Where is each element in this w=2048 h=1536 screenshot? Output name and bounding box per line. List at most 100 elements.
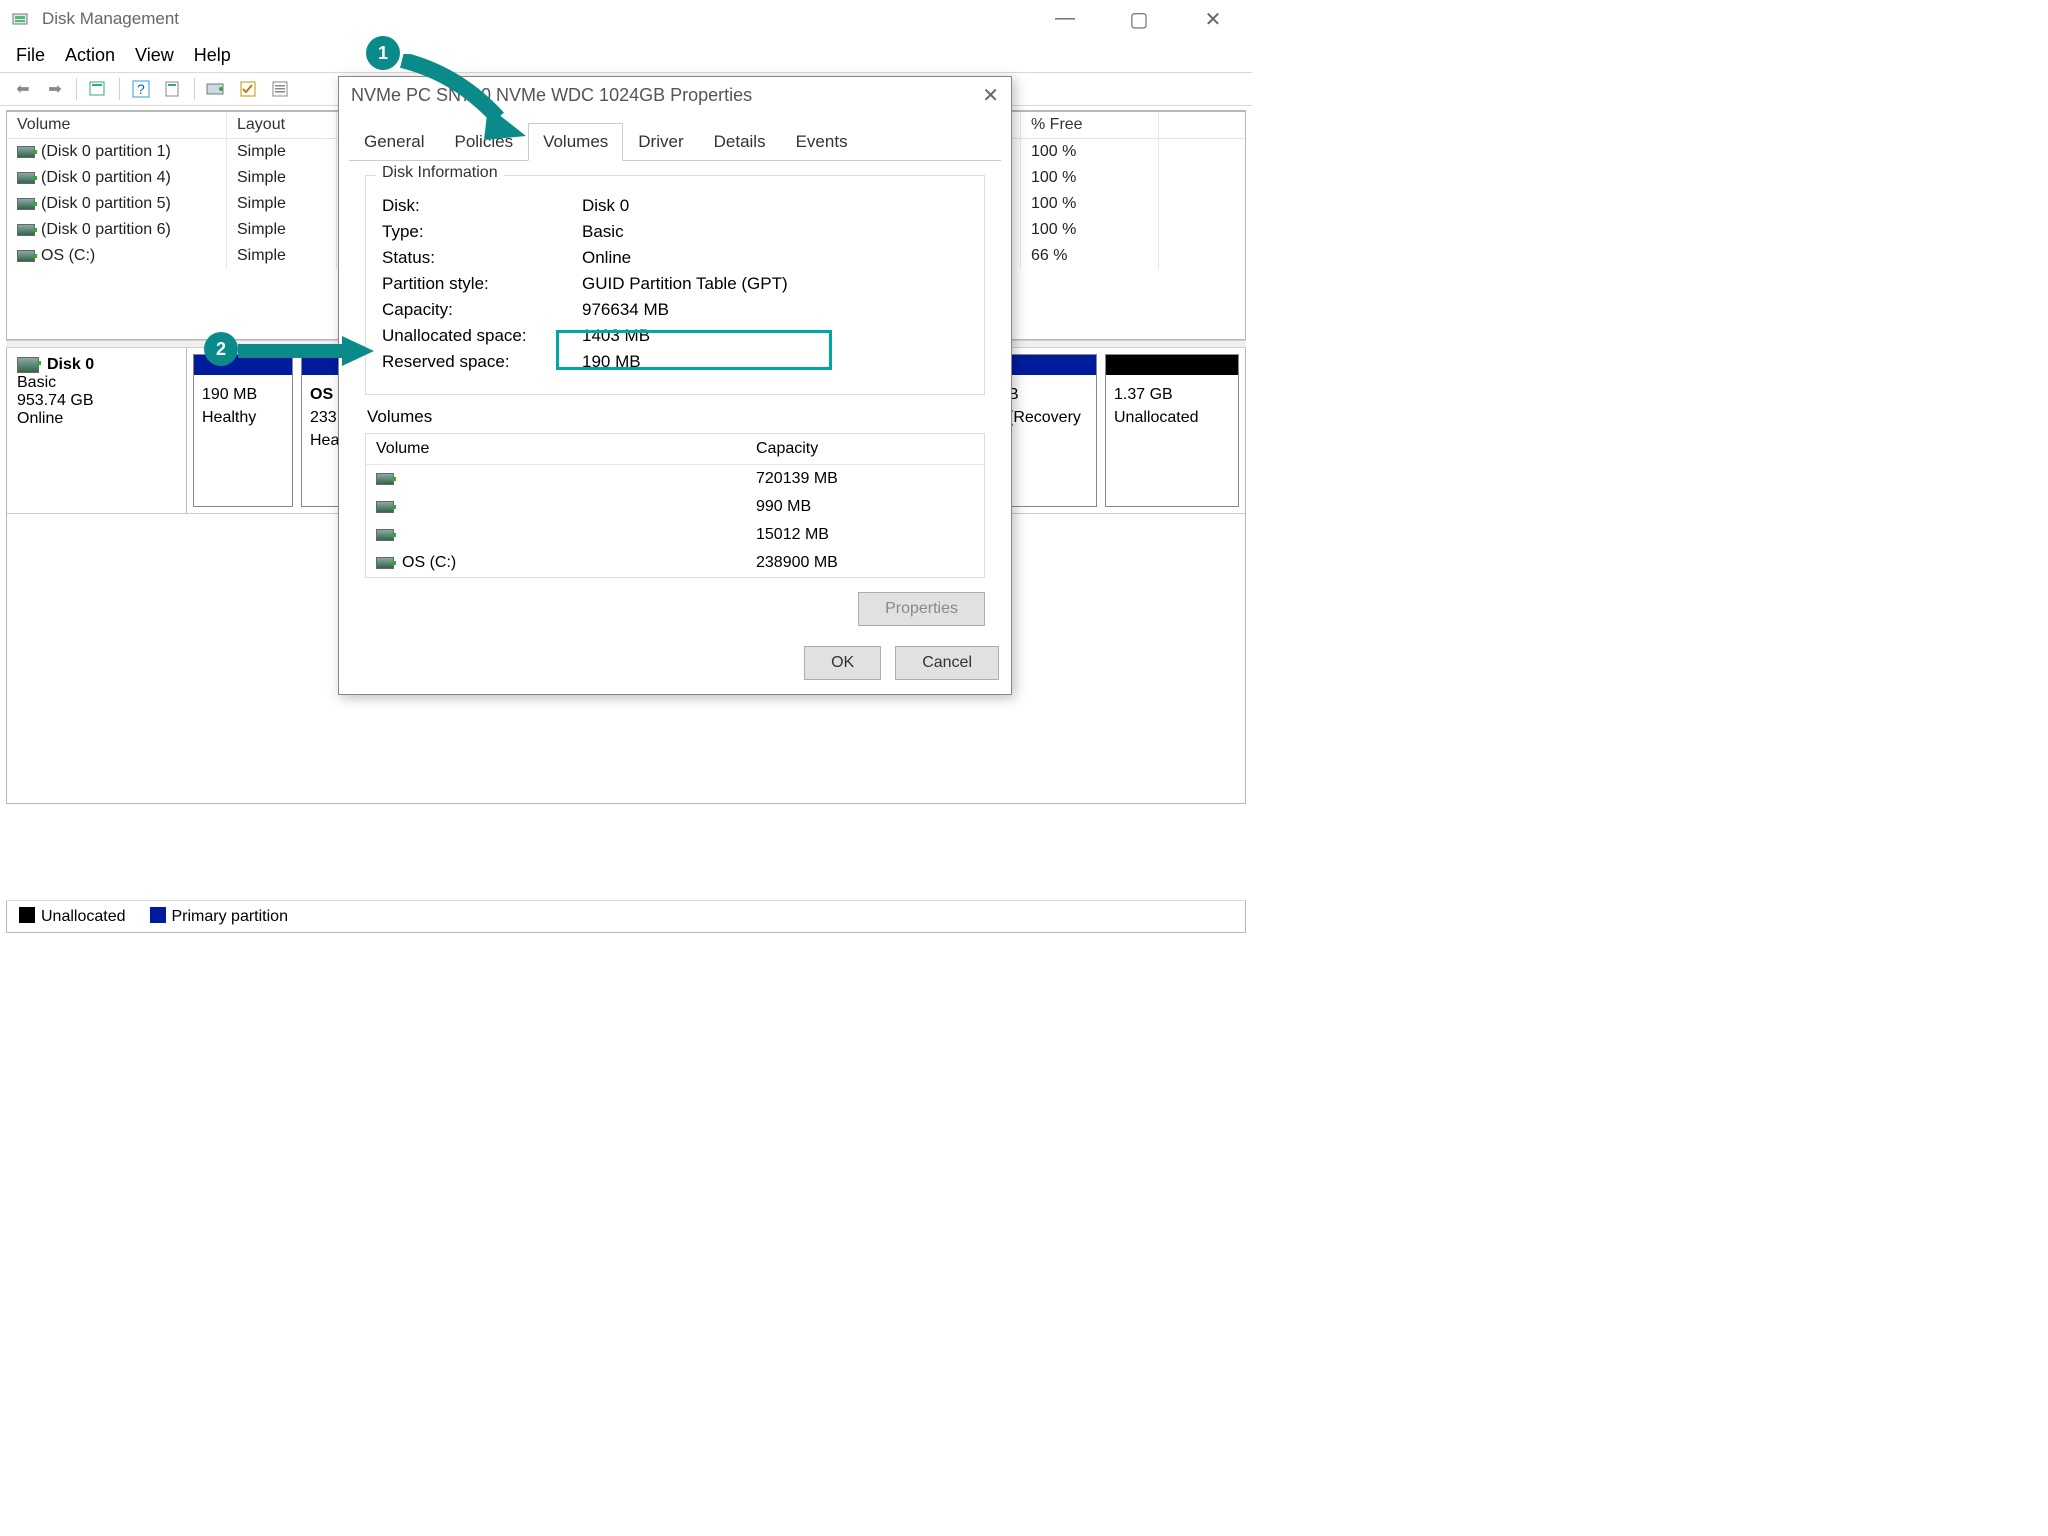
dialog-volume-cap: 15012 MB: [756, 526, 974, 544]
field-capacity-label: Capacity:: [382, 300, 582, 320]
volume-layout: Simple: [227, 243, 337, 269]
annotation-arrow-1: [398, 54, 538, 142]
disk-size: 953.74 GB: [17, 392, 176, 410]
volume-free: 100 %: [1021, 217, 1159, 243]
toolbar-separator: [194, 78, 195, 100]
dialog-col-volume[interactable]: Volume: [376, 440, 756, 458]
dialog-volume-row[interactable]: OS (C:) 238900 MB: [366, 549, 984, 577]
legend-primary: Primary partition: [150, 907, 288, 926]
properties-button[interactable]: Properties: [858, 592, 985, 626]
field-reserved-value: 190 MB: [582, 352, 641, 372]
volume-name: (Disk 0 partition 5): [41, 195, 171, 213]
column-volume[interactable]: Volume: [7, 112, 227, 138]
volume-layout: Simple: [227, 217, 337, 243]
window-title: Disk Management: [42, 9, 179, 29]
volume-icon: [17, 146, 35, 158]
menu-help[interactable]: Help: [194, 45, 231, 66]
dialog-volume-cap: 990 MB: [756, 498, 974, 516]
toolbar-separator: [76, 78, 77, 100]
dialog-volume-cap: 238900 MB: [756, 554, 974, 572]
partition-status: Healthy: [202, 406, 284, 429]
volume-free: 100 %: [1021, 139, 1159, 165]
volume-icon: [17, 250, 35, 262]
field-partition-style-label: Partition style:: [382, 274, 582, 294]
annotation-step-1: 1: [366, 36, 400, 70]
help-icon[interactable]: ?: [128, 76, 154, 102]
partition-block[interactable]: 1.37 GB Unallocated: [1105, 354, 1239, 507]
dialog-volume-row[interactable]: 720139 MB: [366, 465, 984, 493]
menu-bar: File Action View Help: [0, 38, 1252, 72]
volume-free: 100 %: [1021, 191, 1159, 217]
partition-status: (Recovery: [1008, 406, 1088, 429]
check-icon[interactable]: [235, 76, 261, 102]
field-status-label: Status:: [382, 248, 582, 268]
window-titlebar: Disk Management — ▢ ✕: [0, 0, 1252, 38]
dialog-volume-list: Volume Capacity 720139 MB 990 MB 15012 M…: [365, 433, 985, 578]
partition-size: 233: [310, 406, 336, 429]
menu-action[interactable]: Action: [65, 45, 115, 66]
dialog-close-button[interactable]: ✕: [982, 83, 999, 108]
minimize-button[interactable]: —: [1042, 7, 1088, 32]
volume-icon: [17, 172, 35, 184]
back-button[interactable]: [10, 76, 36, 102]
disk-information-group: Disk Information Disk:Disk 0 Type:Basic …: [365, 175, 985, 395]
forward-button[interactable]: [42, 76, 68, 102]
volume-name: (Disk 0 partition 6): [41, 221, 171, 239]
maximize-button[interactable]: ▢: [1116, 7, 1162, 32]
menu-view[interactable]: View: [135, 45, 174, 66]
volume-icon: [376, 473, 394, 485]
tab-details[interactable]: Details: [699, 123, 781, 161]
cancel-button[interactable]: Cancel: [895, 646, 999, 680]
partition-block[interactable]: 190 MB Healthy: [193, 354, 293, 507]
field-unallocated-label: Unallocated space:: [382, 326, 582, 346]
field-capacity-value: 976634 MB: [582, 300, 669, 320]
dialog-volume-name: OS (C:): [402, 554, 456, 572]
column-free[interactable]: % Free: [1021, 112, 1159, 138]
tab-events[interactable]: Events: [781, 123, 863, 161]
tab-driver[interactable]: Driver: [623, 123, 698, 161]
field-partition-style-value: GUID Partition Table (GPT): [582, 274, 788, 294]
field-type-value: Basic: [582, 222, 624, 242]
dialog-volume-row[interactable]: 15012 MB: [366, 521, 984, 549]
volume-name: (Disk 0 partition 4): [41, 169, 171, 187]
list-icon[interactable]: [267, 76, 293, 102]
field-reserved-label: Reserved space:: [382, 352, 582, 372]
properties-icon[interactable]: [160, 76, 186, 102]
legend: Unallocated Primary partition: [6, 900, 1246, 933]
disk-label[interactable]: Disk 0 Basic 953.74 GB Online: [7, 348, 187, 513]
close-button[interactable]: ✕: [1190, 7, 1236, 32]
dialog-col-capacity[interactable]: Capacity: [756, 440, 974, 458]
refresh-icon[interactable]: [85, 76, 111, 102]
menu-file[interactable]: File: [16, 45, 45, 66]
partition-size: B: [1008, 383, 1088, 406]
partition-size: 190 MB: [202, 383, 284, 406]
annotation-arrow-2: [238, 334, 378, 368]
field-disk-label: Disk:: [382, 196, 582, 216]
volume-free: 100 %: [1021, 165, 1159, 191]
disk-icon[interactable]: [203, 76, 229, 102]
tab-volumes[interactable]: Volumes: [528, 123, 623, 161]
app-icon: [12, 10, 32, 28]
volume-name: (Disk 0 partition 1): [41, 143, 171, 161]
partition-title: OS: [310, 383, 336, 406]
legend-unallocated: Unallocated: [19, 907, 126, 926]
volume-icon: [17, 198, 35, 210]
ok-button[interactable]: OK: [804, 646, 881, 680]
partition-block[interactable]: B (Recovery: [999, 354, 1097, 507]
disk-status: Online: [17, 410, 176, 428]
field-type-label: Type:: [382, 222, 582, 242]
annotation-step-2: 2: [204, 332, 238, 366]
partition-size: 1.37 GB: [1114, 383, 1230, 406]
disk-icon: [17, 357, 39, 373]
disk-name-text: Disk 0: [47, 356, 94, 374]
column-layout[interactable]: Layout: [227, 112, 337, 138]
volume-free: 66 %: [1021, 243, 1159, 269]
dialog-volume-row[interactable]: 990 MB: [366, 493, 984, 521]
disk-type: Basic: [17, 374, 176, 392]
partition-status: Hea: [310, 429, 336, 452]
group-title: Disk Information: [376, 164, 504, 182]
volume-icon: [376, 557, 394, 569]
volume-layout: Simple: [227, 191, 337, 217]
volume-layout: Simple: [227, 165, 337, 191]
dialog-volume-cap: 720139 MB: [756, 470, 974, 488]
